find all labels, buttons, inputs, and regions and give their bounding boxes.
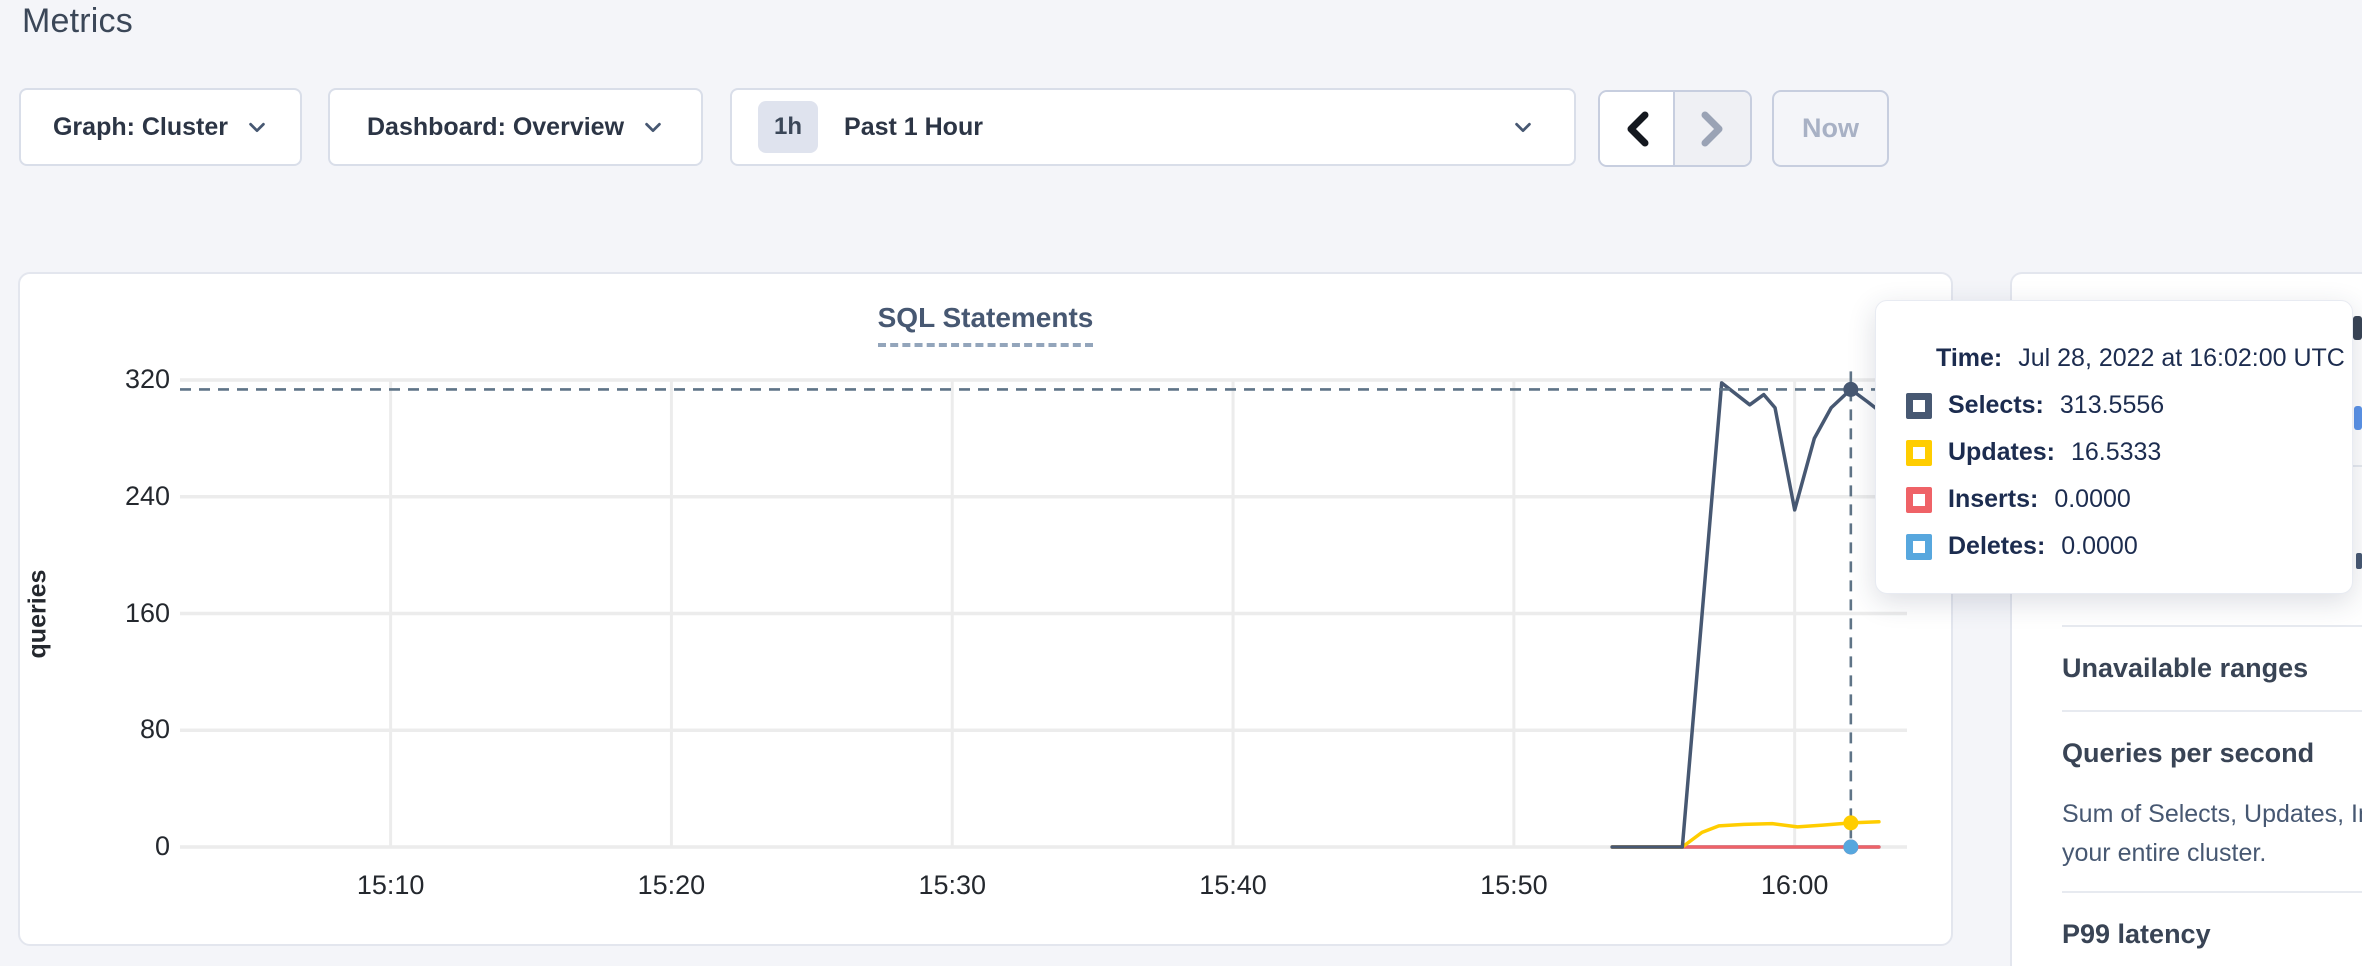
sidebar-divider — [2062, 891, 2362, 893]
tooltip-time-value: Jul 28, 2022 at 16:02:00 UTC — [2018, 344, 2345, 373]
clipped-sidebar-text-fragment — [2353, 316, 2362, 340]
sidebar-section-description: Sum of Selects, Updates, Inseryour entir… — [2062, 795, 2362, 873]
page-title: Metrics — [22, 2, 133, 41]
time-range-picker[interactable]: 1h Past 1 Hour — [730, 88, 1576, 166]
tooltip-series-row: Updates: 16.5333 — [1906, 429, 2352, 476]
next-time-range-button[interactable] — [1675, 92, 1750, 165]
sidebar-divider — [2062, 710, 2362, 712]
y-axis-tick-label: 160 — [60, 598, 170, 629]
hover-dot-deletes — [1843, 840, 1858, 855]
tooltip-series-label: Updates: — [1948, 438, 2055, 467]
chevron-down-icon — [1512, 116, 1534, 138]
y-axis-tick-label: 320 — [60, 364, 170, 395]
tooltip-series-value: 0.0000 — [2054, 485, 2130, 514]
chevron-right-icon — [1696, 107, 1730, 151]
hover-dot-selects — [1843, 382, 1858, 397]
hover-dot-updates — [1843, 815, 1858, 830]
tooltip-series-value: 313.5556 — [2060, 391, 2164, 420]
y-axis-unit-label: queries — [24, 570, 53, 659]
sidebar-section-heading: Queries per second — [2062, 738, 2362, 769]
x-axis-tick-label: 15:40 — [1163, 870, 1303, 901]
series-line-updates — [1612, 822, 1879, 847]
clipped-sidebar-text-fragment — [2356, 553, 2362, 569]
time-range-badge: 1h — [758, 101, 818, 153]
sidebar-section-heading: Unavailable ranges — [2062, 653, 2362, 684]
clipped-sidebar-link-fragment — [2354, 406, 2362, 430]
y-axis-tick-label: 80 — [60, 714, 170, 745]
chart-plot-area[interactable] — [180, 352, 1907, 882]
now-button[interactable]: Now — [1772, 90, 1889, 167]
series-swatch-icon — [1906, 440, 1932, 466]
time-range-label: Past 1 Hour — [844, 113, 1494, 142]
chart-title[interactable]: SQL Statements — [878, 302, 1094, 347]
y-axis-tick-label: 240 — [60, 481, 170, 512]
y-axis-tick-label: 0 — [60, 831, 170, 862]
graph-scope-dropdown-label: Graph: Cluster — [53, 113, 228, 142]
sidebar-divider — [2062, 625, 2362, 627]
tooltip-series-row: Selects: 313.5556 — [1906, 382, 2352, 429]
chart-hover-tooltip: Time: Jul 28, 2022 at 16:02:00 UTC Selec… — [1875, 300, 2353, 594]
chevron-down-icon — [642, 116, 664, 138]
tooltip-series-label: Selects: — [1948, 391, 2044, 420]
sql-statements-chart-card: SQL Statements queries 0 80 160 240 320 15:10… — [18, 272, 1953, 946]
time-range-nav — [1598, 90, 1752, 167]
tooltip-series-label: Deletes: — [1948, 532, 2045, 561]
tooltip-series-value: 16.5333 — [2071, 438, 2161, 467]
x-axis-tick-label: 15:20 — [601, 870, 741, 901]
series-swatch-icon — [1906, 534, 1932, 560]
series-swatch-icon — [1906, 487, 1932, 513]
series-swatch-icon — [1906, 393, 1932, 419]
metrics-page: Metrics Graph: Cluster Dashboard: Overvi… — [0, 0, 2362, 966]
clipped-sidebar-divider-fragment — [2353, 465, 2362, 467]
x-axis-tick-label: 16:00 — [1725, 870, 1865, 901]
x-axis-tick-label: 15:10 — [321, 870, 461, 901]
prev-time-range-button[interactable] — [1600, 92, 1675, 165]
dashboard-dropdown-label: Dashboard: Overview — [367, 113, 624, 142]
chevron-left-icon — [1620, 107, 1654, 151]
x-axis-tick-label: 15:30 — [882, 870, 1022, 901]
tooltip-series-value: 0.0000 — [2061, 532, 2137, 561]
chevron-down-icon — [246, 116, 268, 138]
graph-scope-dropdown[interactable]: Graph: Cluster — [19, 88, 302, 166]
tooltip-series-row: Inserts: 0.0000 — [1906, 476, 2352, 523]
x-axis-tick-label: 15:50 — [1444, 870, 1584, 901]
tooltip-series-label: Inserts: — [1948, 485, 2038, 514]
tooltip-time-label: Time: — [1936, 344, 2002, 373]
dashboard-dropdown[interactable]: Dashboard: Overview — [328, 88, 703, 166]
tooltip-series-row: Deletes: 0.0000 — [1906, 523, 2352, 570]
sidebar-section-heading: P99 latency — [2062, 919, 2362, 950]
